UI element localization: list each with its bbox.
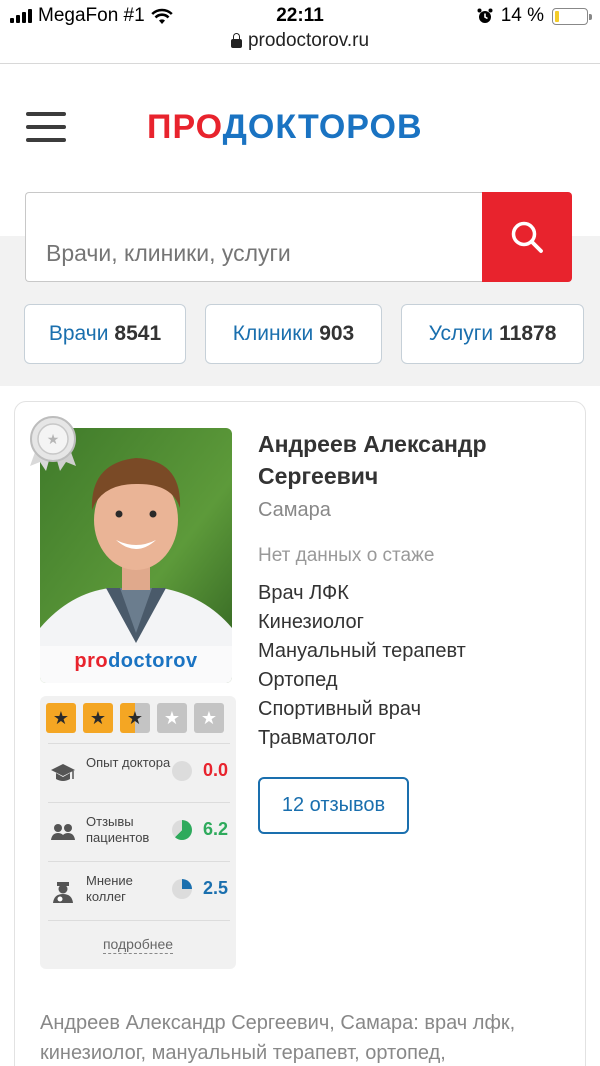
- metric-experience-value: 0.0: [202, 760, 228, 780]
- metric-experience-pie: [172, 761, 192, 781]
- star-icon: ★: [120, 703, 150, 733]
- divider: [48, 920, 230, 921]
- doctor-city: Самара: [258, 499, 331, 521]
- alarm-icon: [477, 8, 493, 23]
- star-icon: ★: [157, 703, 187, 733]
- lock-icon: [230, 32, 242, 48]
- metric-reviews-pie: [172, 820, 192, 840]
- search-input[interactable]: [25, 192, 483, 282]
- divider: [0, 63, 600, 64]
- specialty-item: Травматолог: [258, 727, 377, 749]
- search-button[interactable]: [482, 192, 572, 282]
- star-icon: ★: [194, 703, 224, 733]
- star-rating: ★ ★ ★ ★ ★: [46, 703, 224, 733]
- page-url: prodoctorov.ru: [247, 30, 370, 51]
- metric-patient-reviews[interactable]: Отзывы пациентов 6.2: [48, 802, 230, 861]
- photo-watermark: prodoctorov: [74, 650, 198, 672]
- status-bar-right: 14 %: [477, 5, 592, 27]
- battery-level: [555, 10, 560, 22]
- battery-icon: [552, 7, 592, 25]
- menu-icon[interactable]: [26, 112, 66, 142]
- specialty-item: Ортопед: [258, 669, 338, 691]
- svg-text:★: ★: [47, 432, 60, 448]
- doctors-count-button[interactable]: Врачи 8541: [24, 304, 186, 364]
- search-icon: [511, 221, 543, 253]
- metric-colleague-opinion[interactable]: Мнение коллег 2.5: [48, 861, 230, 920]
- clinics-count-button[interactable]: Клиники 903: [205, 304, 382, 364]
- battery-percent: 14 %: [500, 5, 544, 26]
- doctor-name[interactable]: Андреев Александр Сергеевич: [258, 428, 568, 492]
- specialty-item: Врач ЛФК: [258, 582, 349, 604]
- specialty-item: Мануальный терапевт: [258, 640, 466, 662]
- address-bar[interactable]: prodoctorov.ru: [0, 30, 600, 52]
- specialty-item: Спортивный врач: [258, 698, 422, 720]
- award-badge-icon: ★: [30, 416, 76, 471]
- specialty-list: Врач ЛФК Кинезиолог Мануальный терапевт …: [258, 579, 466, 753]
- metric-experience[interactable]: Опыт доктора 0.0: [48, 743, 230, 802]
- metric-colleagues-value: 2.5: [202, 878, 228, 898]
- specialty-item: Кинезиолог: [258, 611, 364, 633]
- doctor-experience: Нет данных о стаже: [258, 545, 435, 566]
- doctor-icon: [53, 882, 73, 903]
- star-icon: ★: [83, 703, 113, 733]
- people-icon: [51, 824, 75, 840]
- site-logo[interactable]: ПРОДОКТОРОВ: [147, 108, 423, 147]
- more-details-link[interactable]: подробнее: [40, 936, 236, 954]
- graduation-cap-icon: [51, 764, 75, 781]
- doctor-description: Андреев Александр Сергеевич, Самара: вра…: [40, 1012, 516, 1064]
- services-count-button[interactable]: Услуги 11878: [401, 304, 584, 364]
- metric-colleagues-pie: [172, 879, 192, 899]
- reviews-button[interactable]: 12 отзывов: [258, 777, 409, 834]
- status-bar: MegaFon #1 22:11 14 %: [0, 0, 600, 30]
- star-icon: ★: [46, 703, 76, 733]
- metric-reviews-value: 6.2: [202, 819, 228, 839]
